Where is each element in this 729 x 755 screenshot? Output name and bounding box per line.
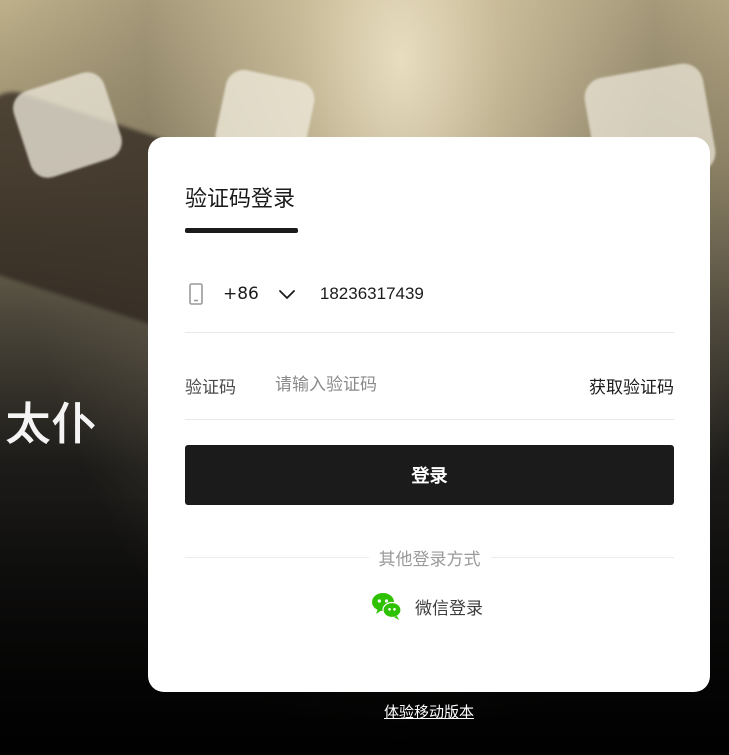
phone-icon bbox=[185, 283, 207, 305]
chevron-down-icon[interactable] bbox=[278, 285, 296, 303]
divider bbox=[185, 332, 674, 333]
brand-text: 太仆 bbox=[6, 399, 98, 450]
other-login-text: 其他登录方式 bbox=[378, 550, 481, 570]
country-code-select[interactable]: +86 bbox=[223, 285, 259, 303]
tab-code-login[interactable]: 验证码登录 bbox=[185, 189, 295, 211]
verification-code-row: 验证码 获取验证码 bbox=[185, 365, 674, 405]
code-input[interactable] bbox=[275, 375, 589, 395]
phone-number-input[interactable] bbox=[319, 284, 620, 304]
phone-row: +86 bbox=[185, 274, 674, 314]
mobile-version-link[interactable]: 体验移动版本 bbox=[384, 701, 474, 722]
code-label: 验证码 bbox=[185, 377, 236, 398]
divider-line bbox=[490, 557, 674, 558]
divider-line bbox=[185, 557, 369, 558]
wechat-login-label: 微信登录 bbox=[415, 598, 483, 619]
wechat-icon bbox=[371, 590, 403, 622]
wechat-login-button[interactable]: 微信登录 bbox=[371, 590, 483, 622]
login-button[interactable]: 登录 bbox=[185, 445, 674, 505]
login-card: 验证码登录 +86 验证码 获取验证码 登录 其他登录方式 bbox=[148, 137, 710, 692]
other-login-divider: 其他登录方式 bbox=[185, 545, 674, 570]
tab-underline bbox=[185, 228, 298, 233]
divider bbox=[185, 419, 674, 420]
get-code-button[interactable]: 获取验证码 bbox=[589, 373, 674, 398]
